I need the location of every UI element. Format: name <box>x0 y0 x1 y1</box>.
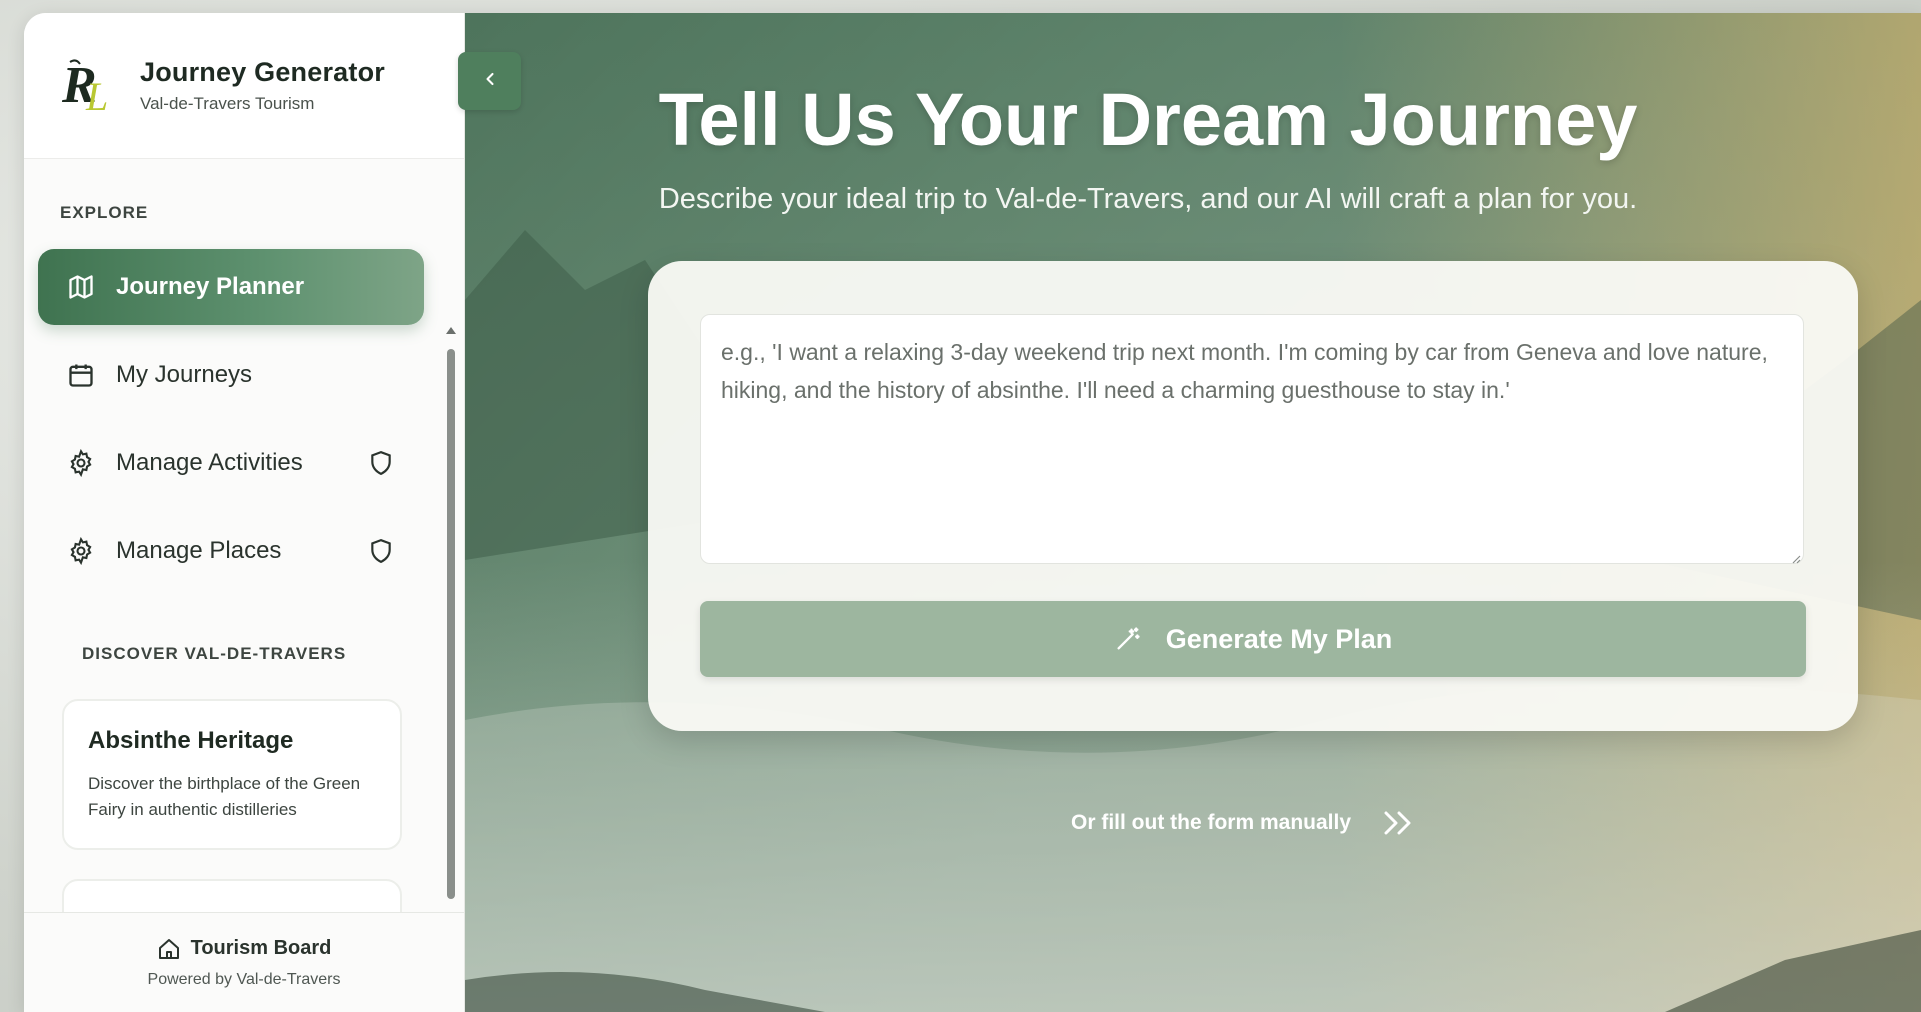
main-content: Tell Us Your Dream Journey Describe your… <box>465 13 1921 1012</box>
journey-description-input[interactable] <box>700 314 1804 564</box>
card-text: Discover the birthplace of the Green Fai… <box>88 774 361 819</box>
sidebar-scrollbar[interactable] <box>444 319 458 912</box>
sidebar-item-label: Journey Planner <box>116 273 305 300</box>
card-title: Absinthe Heritage <box>88 727 294 754</box>
page-subtitle: Describe your ideal trip to Val-de-Trave… <box>658 183 1638 215</box>
brand-subtitle: Val-de-Travers Tourism <box>140 94 315 113</box>
footer-title: Tourism Board <box>190 937 332 959</box>
manual-form-link[interactable]: Or fill out the form manually <box>1071 808 1415 838</box>
resize-grip-icon[interactable] <box>1791 551 1801 564</box>
sidebar-nav: EXPLORE Journey Planner My Journeys Mana… <box>24 159 464 912</box>
section-label-discover: DISCOVER VAL-DE-TRAVERS <box>82 644 347 663</box>
rl-monogram-logo: R L <box>60 54 124 119</box>
sidebar-item-manage-places[interactable]: Manage Places <box>38 513 424 589</box>
journey-input-card: Generate My Plan <box>648 261 1858 731</box>
sidebar-item-label: Manage Activities <box>116 449 303 476</box>
discover-card-partial[interactable] <box>62 879 402 912</box>
scroll-thumb[interactable] <box>447 349 455 899</box>
chevron-left-icon <box>480 69 500 94</box>
brand-title: Journey Generator <box>140 57 385 87</box>
shield-icon <box>368 538 394 564</box>
sidebar-item-label: Manage Places <box>116 537 282 564</box>
sidebar-footer: Tourism Board Powered by Val-de-Travers <box>24 912 464 1012</box>
home-icon <box>157 937 181 961</box>
sidebar-item-label: My Journeys <box>116 361 253 388</box>
scroll-up-arrow-icon[interactable] <box>446 327 456 334</box>
manual-form-label: Or fill out the form manually <box>1071 811 1352 834</box>
brand-header: R L Journey Generator Val-de-Travers Tou… <box>24 13 464 159</box>
gear-icon <box>66 448 96 478</box>
svg-text:L: L <box>85 74 108 118</box>
generate-plan-label: Generate My Plan <box>1165 623 1393 654</box>
section-label-explore: EXPLORE <box>60 203 149 222</box>
gear-icon <box>66 536 96 566</box>
sidebar: R L Journey Generator Val-de-Travers Tou… <box>24 13 465 1012</box>
magic-wand-icon <box>1114 625 1142 653</box>
generate-plan-button[interactable]: Generate My Plan <box>700 601 1806 677</box>
calendar-icon <box>66 360 96 390</box>
discover-card-absinthe[interactable]: Absinthe Heritage Discover the birthplac… <box>62 699 402 850</box>
sidebar-item-journey-planner[interactable]: Journey Planner <box>38 249 424 325</box>
app-window: R L Journey Generator Val-de-Travers Tou… <box>24 13 1921 1012</box>
page-title: Tell Us Your Dream Journey <box>658 78 1638 161</box>
footer-subtitle: Powered by Val-de-Travers <box>147 970 341 988</box>
sidebar-item-manage-activities[interactable]: Manage Activities <box>38 425 424 501</box>
sidebar-item-my-journeys[interactable]: My Journeys <box>38 337 424 413</box>
sidebar-collapse-button[interactable] <box>458 52 521 110</box>
shield-icon <box>368 450 394 476</box>
double-chevron-right-icon <box>1381 808 1415 838</box>
map-icon <box>66 272 96 302</box>
